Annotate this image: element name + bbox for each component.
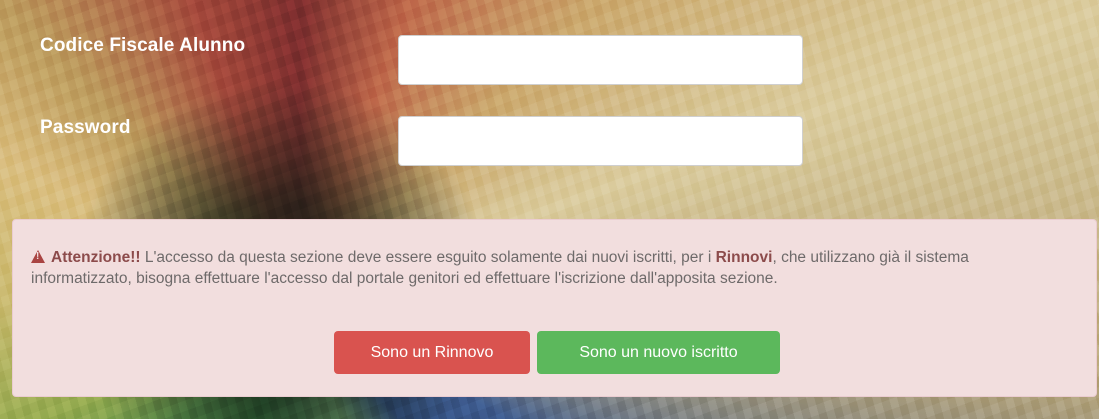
codice-fiscale-label: Codice Fiscale Alunno xyxy=(40,35,246,56)
alert-message: Attenzione!! L'accesso da questa sezione… xyxy=(31,247,1071,289)
warning-alert: Attenzione!! L'accesso da questa sezione… xyxy=(12,219,1097,397)
password-label: Password xyxy=(40,117,131,138)
warning-triangle-icon xyxy=(31,250,45,263)
alert-title: Attenzione!! xyxy=(51,249,141,266)
password-input[interactable] xyxy=(398,116,803,166)
codice-fiscale-input[interactable] xyxy=(398,35,803,85)
alert-text-part1: L'accesso da questa sezione deve essere … xyxy=(140,249,716,266)
renew-button[interactable]: Sono un Rinnovo xyxy=(334,331,530,374)
alert-highlight: Rinnovi xyxy=(715,249,773,266)
new-student-button[interactable]: Sono un nuovo iscritto xyxy=(537,331,780,374)
